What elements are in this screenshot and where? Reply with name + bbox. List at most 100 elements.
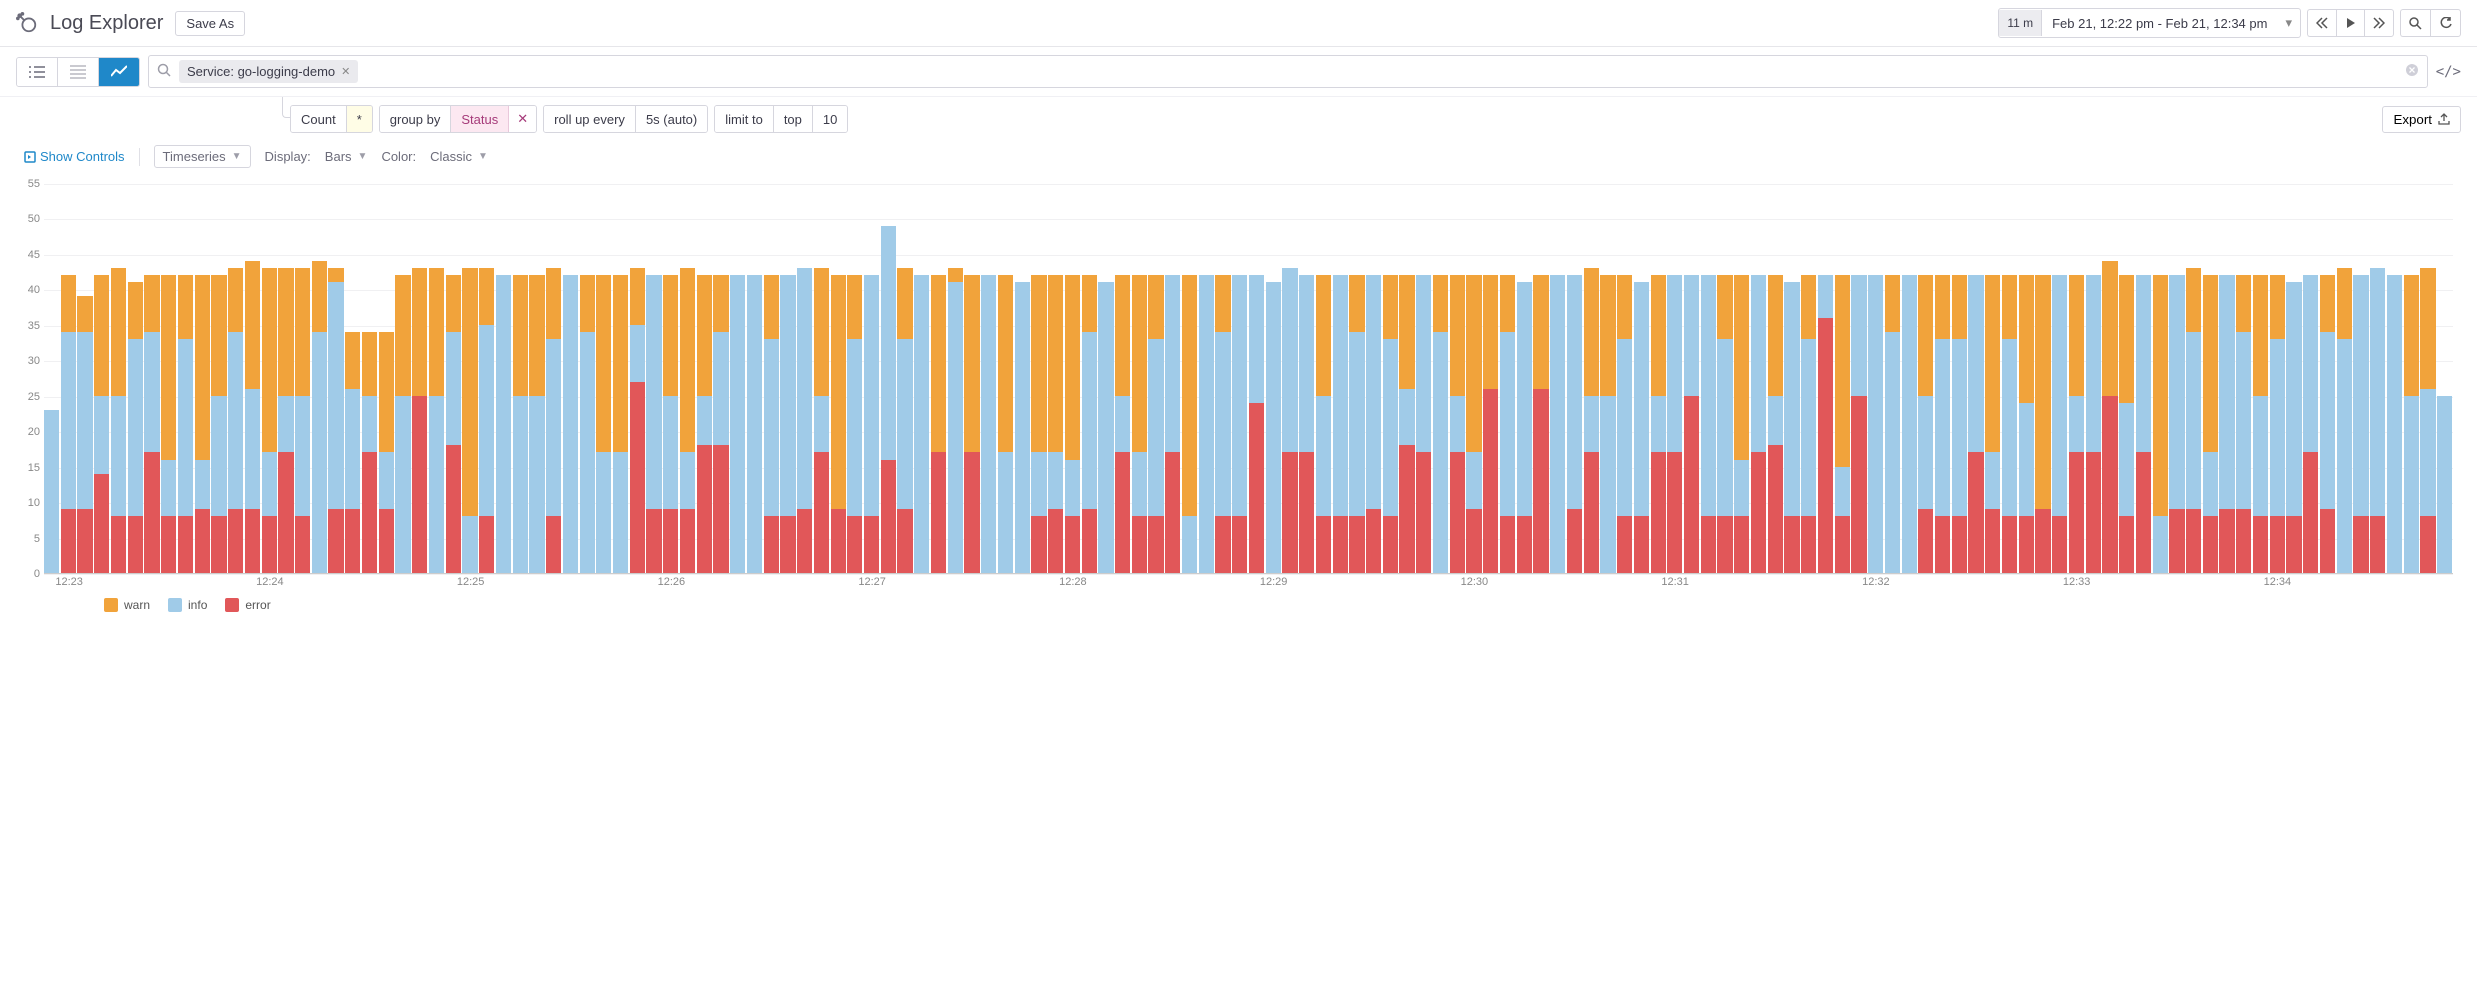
bar[interactable] [1349,275,1364,573]
bar[interactable] [496,275,511,573]
bar[interactable] [462,268,477,573]
bar[interactable] [513,275,528,573]
view-compact-button[interactable] [58,58,99,86]
bar[interactable] [780,275,795,573]
bar[interactable] [1751,275,1766,573]
bar[interactable] [1918,275,1933,573]
bar[interactable] [897,268,912,573]
bar[interactable] [1299,275,1314,573]
bar[interactable] [412,268,427,573]
bar[interactable] [563,275,578,573]
bar[interactable] [864,275,879,573]
groupby-remove-icon[interactable]: ✕ [508,106,536,132]
bar[interactable] [2002,275,2017,573]
bar[interactable] [1584,268,1599,573]
bar[interactable] [1784,282,1799,573]
bar[interactable] [2286,282,2301,573]
bar[interactable] [94,275,109,573]
bar[interactable] [998,275,1013,573]
bar[interactable] [697,275,712,573]
bar[interactable] [1266,282,1281,573]
bar[interactable] [1416,275,1431,573]
bar[interactable] [1684,275,1699,573]
bar[interactable] [2253,275,2268,573]
refresh-button[interactable] [2430,9,2461,37]
bar[interactable] [1851,275,1866,573]
bar[interactable] [2420,268,2435,573]
bar[interactable] [379,332,394,573]
bar[interactable] [680,268,695,573]
bar[interactable] [981,275,996,573]
bar[interactable] [1282,268,1297,573]
bar[interactable] [1835,275,1850,573]
time-play-button[interactable] [2336,9,2364,37]
bar[interactable] [1634,282,1649,573]
bar[interactable] [362,332,377,573]
bar[interactable] [914,275,929,573]
bar[interactable] [964,275,979,573]
bar[interactable] [1935,275,1950,573]
bar[interactable] [713,275,728,573]
bar[interactable] [2236,275,2251,573]
bar[interactable] [1701,275,1716,573]
bar[interactable] [1466,275,1481,573]
zoom-button[interactable] [2400,9,2430,37]
bar[interactable] [948,268,963,573]
agg-groupby-control[interactable]: group by Status ✕ [379,105,537,133]
bar[interactable] [1031,275,1046,573]
bar[interactable] [44,410,59,573]
bar[interactable] [1383,275,1398,573]
bar[interactable] [1617,275,1632,573]
bar[interactable] [2219,275,2234,573]
bar[interactable] [1567,275,1582,573]
bar[interactable] [881,226,896,573]
bar[interactable] [1868,275,1883,573]
bar[interactable] [312,261,327,573]
bar[interactable] [178,275,193,573]
time-range-picker[interactable]: 11 m Feb 21, 12:22 pm - Feb 21, 12:34 pm… [1998,8,2301,38]
bar[interactable] [797,268,812,573]
bar[interactable] [479,268,494,573]
bar[interactable] [1249,275,1264,573]
bar[interactable] [245,261,260,573]
bar[interactable] [2069,275,2084,573]
legend-item-error[interactable]: error [225,598,270,612]
save-as-button[interactable]: Save As [175,11,245,36]
bar[interactable] [1165,275,1180,573]
agg-limit-control[interactable]: limit to top 10 [714,105,848,133]
bar[interactable] [2387,275,2402,573]
bar[interactable] [1366,275,1381,573]
bar[interactable] [1015,282,1030,573]
code-toggle-button[interactable]: </> [2436,64,2461,80]
bar[interactable] [1148,275,1163,573]
bar[interactable] [2337,268,2352,573]
agg-rollup-control[interactable]: roll up every 5s (auto) [543,105,708,133]
bar[interactable] [2203,275,2218,573]
bar[interactable] [1500,275,1515,573]
bar[interactable] [1651,275,1666,573]
bar[interactable] [144,275,159,573]
bar[interactable] [730,275,745,573]
bar[interactable] [295,268,310,573]
bar[interactable] [1717,275,1732,573]
bar[interactable] [814,268,829,573]
bar[interactable] [228,268,243,573]
legend-item-warn[interactable]: warn [104,598,150,612]
bar[interactable] [2404,275,2419,573]
bar[interactable] [1065,275,1080,573]
bar[interactable] [2019,275,2034,573]
bar[interactable] [546,268,561,573]
bar[interactable] [747,275,762,573]
time-next-button[interactable] [2364,9,2394,37]
bar[interactable] [1483,275,1498,573]
view-list-button[interactable] [17,58,58,86]
viz-type-select[interactable]: Timeseries ▼ [154,145,251,168]
bar[interactable] [2035,275,2050,573]
clear-search-icon[interactable] [2405,63,2419,80]
bar[interactable] [278,268,293,573]
bar[interactable] [663,275,678,573]
timeseries-chart[interactable]: 0510152025303540455055 12:2312:2412:2512… [44,184,2453,594]
bar[interactable] [1182,275,1197,573]
bar[interactable] [1098,282,1113,573]
export-button[interactable]: Export [2382,106,2461,133]
